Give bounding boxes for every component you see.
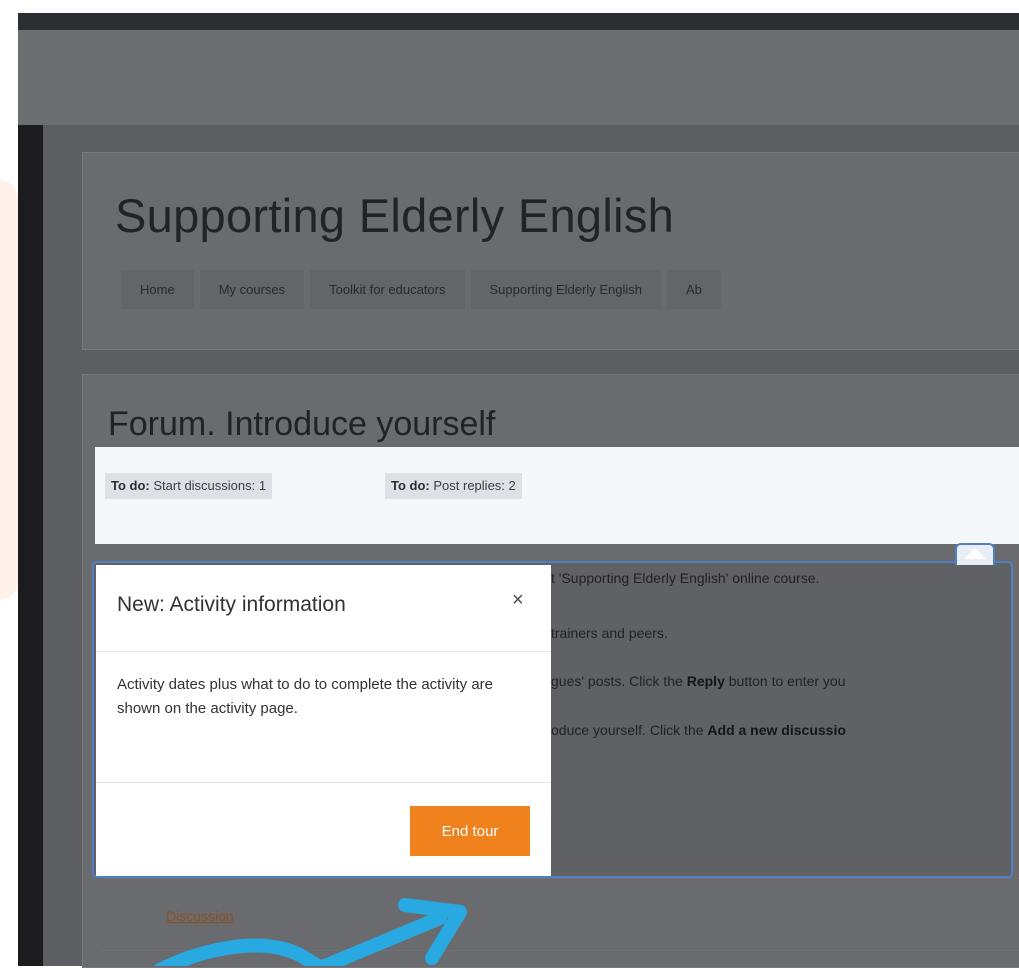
add-discussion-keyword: Add a new discussio	[707, 722, 846, 738]
page-title: Forum. Introduce yourself	[108, 405, 496, 443]
breadcrumb: Home My courses Toolkit for educators Su…	[121, 270, 727, 309]
divider	[101, 878, 1019, 879]
todo-text: Start discussions: 1	[153, 478, 267, 493]
todo-text: Post replies: 2	[433, 478, 516, 493]
intro-line: gues' posts. Click the Reply button to e…	[551, 673, 846, 689]
site-title: Supporting Elderly English	[115, 189, 675, 242]
header-card	[82, 152, 1019, 350]
breadcrumb-my-courses[interactable]: My courses	[199, 270, 305, 309]
intro-text: button to enter you	[724, 673, 846, 689]
breadcrumb-course[interactable]: Supporting Elderly English	[470, 270, 661, 309]
intro-line: t 'Supporting Elderly English' online co…	[551, 570, 820, 586]
tour-dialog: New: Activity information × Activity dat…	[96, 565, 551, 876]
top-bar	[18, 13, 1019, 30]
reply-keyword: Reply	[686, 673, 725, 689]
todo-badge-start-discussions: To do: Start discussions: 1	[105, 473, 273, 499]
divider	[96, 782, 551, 783]
left-edge-decoration	[0, 180, 18, 600]
close-icon[interactable]: ×	[512, 589, 524, 612]
tour-title: New: Activity information	[117, 593, 346, 616]
intro-text: oduce yourself. Click the	[551, 722, 708, 738]
breadcrumb-toolkit[interactable]: Toolkit for educators	[310, 270, 465, 309]
todo-badge-post-replies: To do: Post replies: 2	[385, 473, 522, 499]
tour-body: Activity dates plus what to do to comple…	[117, 676, 494, 717]
breadcrumb-about[interactable]: Ab	[666, 270, 721, 309]
discussion-column-link[interactable]: Discussion	[166, 908, 234, 924]
intro-line: oduce yourself. Click the Add a new disc…	[551, 722, 846, 738]
breadcrumb-home[interactable]: Home	[121, 270, 194, 309]
todo-label: To do:	[391, 478, 430, 493]
intro-line: trainers and peers.	[551, 625, 668, 641]
left-drawer-strip	[18, 125, 43, 966]
tour-pointer-arrow	[955, 543, 995, 565]
intro-text: gues' posts. Click the	[551, 673, 687, 689]
todo-label: To do:	[111, 478, 150, 493]
end-tour-button[interactable]: End tour	[410, 806, 530, 856]
navbar	[18, 30, 1019, 125]
divider	[96, 651, 551, 652]
divider	[101, 950, 1019, 951]
